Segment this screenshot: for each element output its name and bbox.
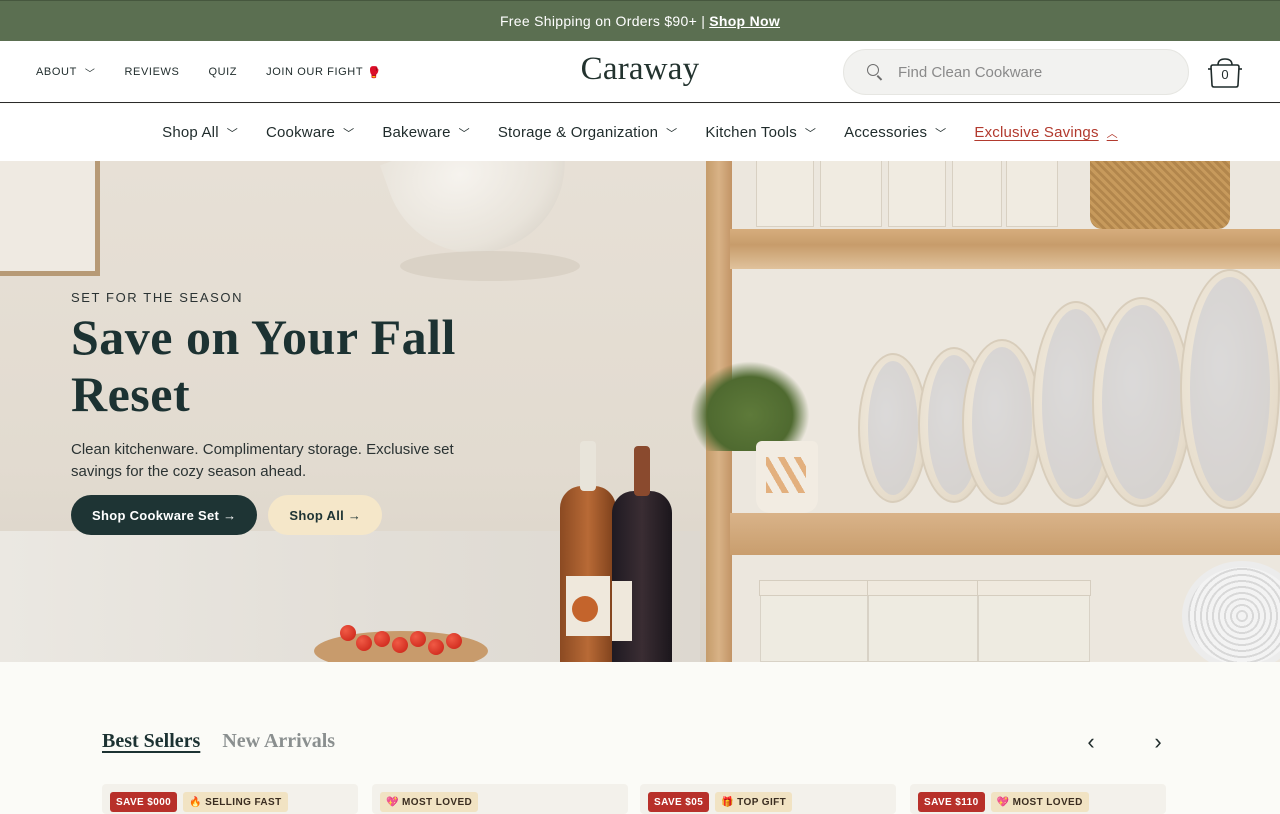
chevron-down-icon: ﹀ [458,127,470,140]
search-icon[interactable] [866,63,884,81]
nav-storage-organization[interactable]: Storage & Organization ﹀ [498,124,678,141]
most-loved-badge: 💖 MOST LOVED [380,792,479,812]
search-bar [843,49,1189,95]
hero-eyebrow: SET FOR THE SEASON [71,290,244,305]
nav-exclusive-savings[interactable]: Exclusive Savings ︿ [974,124,1118,141]
nav-exclusive-savings-label: Exclusive Savings [974,124,1099,141]
caraway-logo[interactable]: Caraway [575,51,705,91]
sale-badge: SAVE $05 [648,792,710,812]
product-card[interactable]: SAVE $05 🎁 TOP GIFT [640,784,896,814]
util-nav-reviews-label: REVIEWS [124,66,180,78]
nav-bakeware[interactable]: Bakeware ﹀ [382,124,470,141]
chevron-down-icon: ﹀ [804,127,817,140]
chevron-down-icon: ﹀ [226,127,238,140]
util-nav-quiz[interactable]: QUIZ [208,66,237,78]
main-nav: Shop All ﹀ Cookware ﹀ Bakeware ﹀ Storage… [0,104,1280,161]
nav-bakeware-label: Bakeware [382,124,451,141]
carousel-prev-button[interactable]: ‹ [1081,729,1101,754]
nav-cookware[interactable]: Cookware ﹀ [266,124,354,141]
hero-subtitle: Clean kitchenware. Complimentary storage… [71,441,454,480]
hero-content: SET FOR THE SEASON Save on Your Fall Res… [71,290,531,535]
nav-shop-all[interactable]: Shop All ﹀ [162,124,238,141]
boxing-glove-icon: 🥊 [367,66,382,79]
utility-nav: ABOUT ﹀ REVIEWS QUIZ JOIN OUR FIGHT 🥊 [36,41,410,103]
product-carousel-section: Best Sellers New Arrivals ‹ › SAVE $000 … [0,662,1280,814]
chevron-up-icon: ︿ [1106,127,1118,140]
potted-plant [690,361,810,451]
nav-kitchen-tools-label: Kitchen Tools [705,124,797,141]
sale-badge: SAVE $110 [918,792,985,812]
wine-bottle [612,446,672,662]
chevron-left-icon: ‹ [1087,729,1095,754]
announcement-bar: Free Shipping on Orders $90+ | Shop Now [0,0,1280,41]
nav-kitchen-tools[interactable]: Kitchen Tools ﹀ [705,124,816,141]
storage-container [977,580,1091,662]
nav-accessories-label: Accessories [844,124,928,141]
cookware-pan [1180,269,1280,509]
product-card[interactable]: SAVE $000 🔥 SELLING FAST [102,784,358,814]
util-nav-reviews[interactable]: REVIEWS [125,66,180,78]
carousel-next-button[interactable]: › [1148,729,1168,754]
util-nav-quiz-label: QUIZ [208,66,238,78]
top-gift-badge: 🎁 TOP GIFT [715,792,793,812]
util-nav-about-label: ABOUT [36,66,77,78]
wicker-basket [1090,161,1230,229]
chevron-down-icon: ﹀ [666,127,678,140]
hero-title: Save on Your Fall Reset [71,309,456,422]
hero-banner: SET FOR THE SEASON Save on Your Fall Res… [0,161,1280,662]
wall-frame [0,161,100,276]
chevron-right-icon: › [1154,729,1162,754]
storage-container [759,580,869,662]
announcement-text: Free Shipping on Orders $90+ | [499,13,706,29]
nav-cookware-label: Cookware [265,124,336,141]
product-card[interactable]: SAVE $110 💖 MOST LOVED [910,784,1166,814]
hero-buttons: Shop Cookware Set → Shop All → [71,495,531,535]
site-header: ABOUT ﹀ REVIEWS QUIZ JOIN OUR FIGHT 🥊 Ca… [0,41,1280,103]
search-input[interactable] [898,63,1168,81]
selling-fast-badge: 🔥 SELLING FAST [183,792,288,812]
util-nav-join-our-fight[interactable]: JOIN OUR FIGHT 🥊 [266,66,381,79]
product-card[interactable]: 💖 MOST LOVED [372,784,628,814]
tab-new-arrivals[interactable]: New Arrivals [222,730,335,753]
nav-storage-label: Storage & Organization [497,124,659,141]
chevron-down-icon: ﹀ [84,68,96,80]
cart-count: 0 [1221,67,1229,82]
shop-cookware-set-button[interactable]: Shop Cookware Set → [71,495,258,535]
shelf-board [730,513,1280,555]
util-nav-join-label: JOIN OUR FIGHT [266,66,364,78]
most-loved-badge: 💖 MOST LOVED [990,792,1089,812]
sale-badge: SAVE $000 [110,792,178,812]
chevron-down-icon: ﹀ [343,127,355,140]
tab-best-sellers[interactable]: Best Sellers [102,730,200,753]
patterned-mug [756,441,818,513]
nav-accessories[interactable]: Accessories ﹀ [844,124,946,141]
shop-all-button[interactable]: Shop All → [268,495,383,535]
shelf-board [730,229,1280,269]
util-nav-about[interactable]: ABOUT ﹀ [36,65,96,80]
storage-container [867,580,979,662]
chevron-down-icon: ﹀ [935,127,947,140]
wine-bottle [560,441,616,662]
cart-button[interactable]: 0 [1207,55,1243,89]
nav-shop-all-label: Shop All [162,124,219,141]
cookware-pan [962,339,1042,505]
cookware-pan [1092,297,1192,507]
shop-now-link[interactable]: Shop Now [709,13,780,29]
product-tabs: Best Sellers New Arrivals [102,730,335,753]
